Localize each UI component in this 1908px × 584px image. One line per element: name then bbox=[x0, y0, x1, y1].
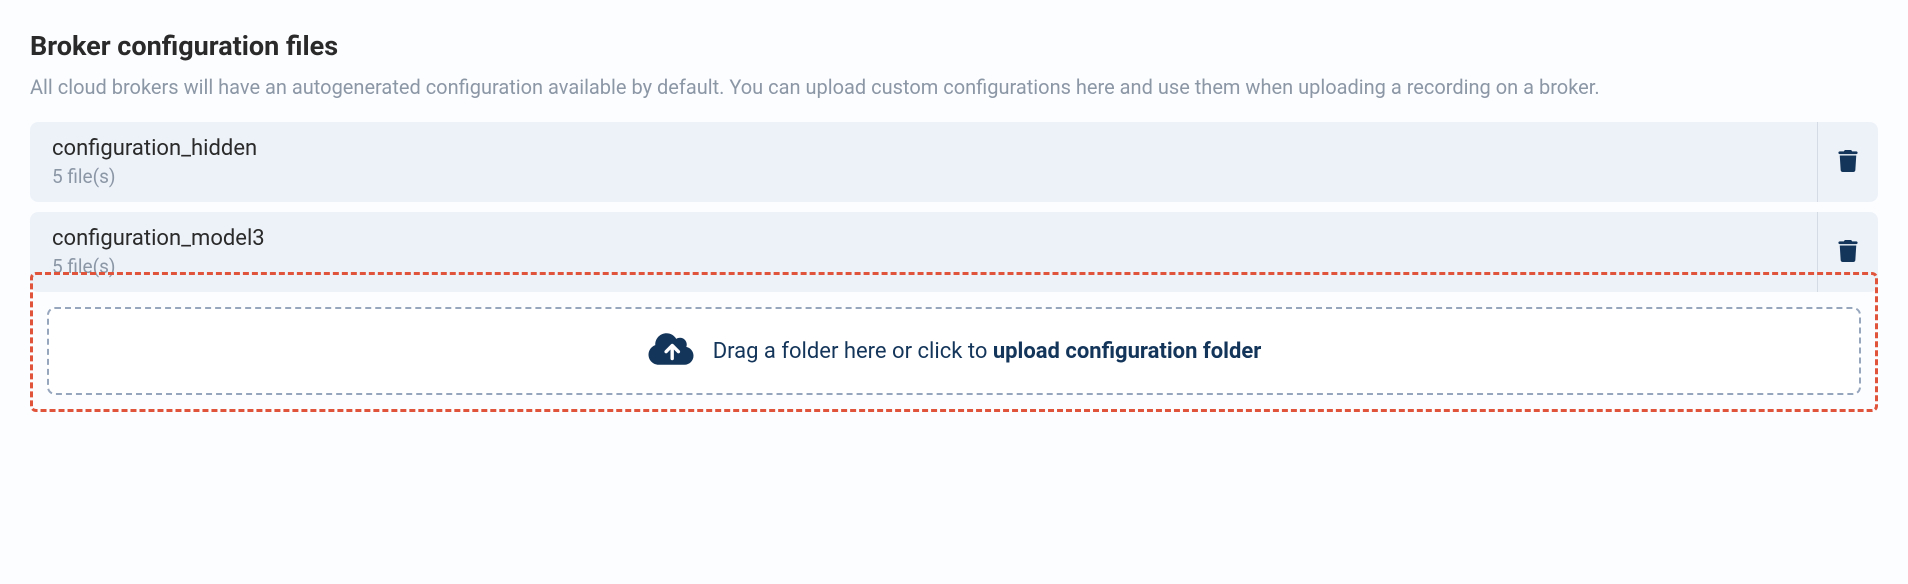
section-title: Broker configuration files bbox=[30, 30, 1878, 62]
upload-text-prefix: Drag a folder here or click to bbox=[713, 339, 993, 364]
upload-dropzone[interactable]: Drag a folder here or click to upload co… bbox=[47, 307, 1861, 395]
section-description: All cloud brokers will have an autogener… bbox=[30, 72, 1878, 102]
config-file-count: 5 file(s) bbox=[52, 165, 257, 188]
config-name: configuration_hidden bbox=[52, 136, 257, 161]
cloud-upload-icon bbox=[647, 331, 695, 371]
config-info: configuration_hidden 5 file(s) bbox=[52, 136, 257, 188]
config-item[interactable]: configuration_hidden 5 file(s) bbox=[30, 122, 1878, 202]
upload-text: Drag a folder here or click to upload co… bbox=[713, 339, 1262, 364]
config-name: configuration_model3 bbox=[52, 226, 265, 251]
config-list: configuration_hidden 5 file(s) configura… bbox=[30, 122, 1878, 292]
trash-icon bbox=[1838, 150, 1858, 175]
highlight-annotation: Drag a folder here or click to upload co… bbox=[30, 272, 1878, 412]
trash-icon bbox=[1838, 240, 1858, 265]
upload-text-bold: upload configuration folder bbox=[993, 339, 1261, 364]
config-info: configuration_model3 5 file(s) bbox=[52, 226, 265, 278]
delete-button[interactable] bbox=[1817, 122, 1878, 202]
